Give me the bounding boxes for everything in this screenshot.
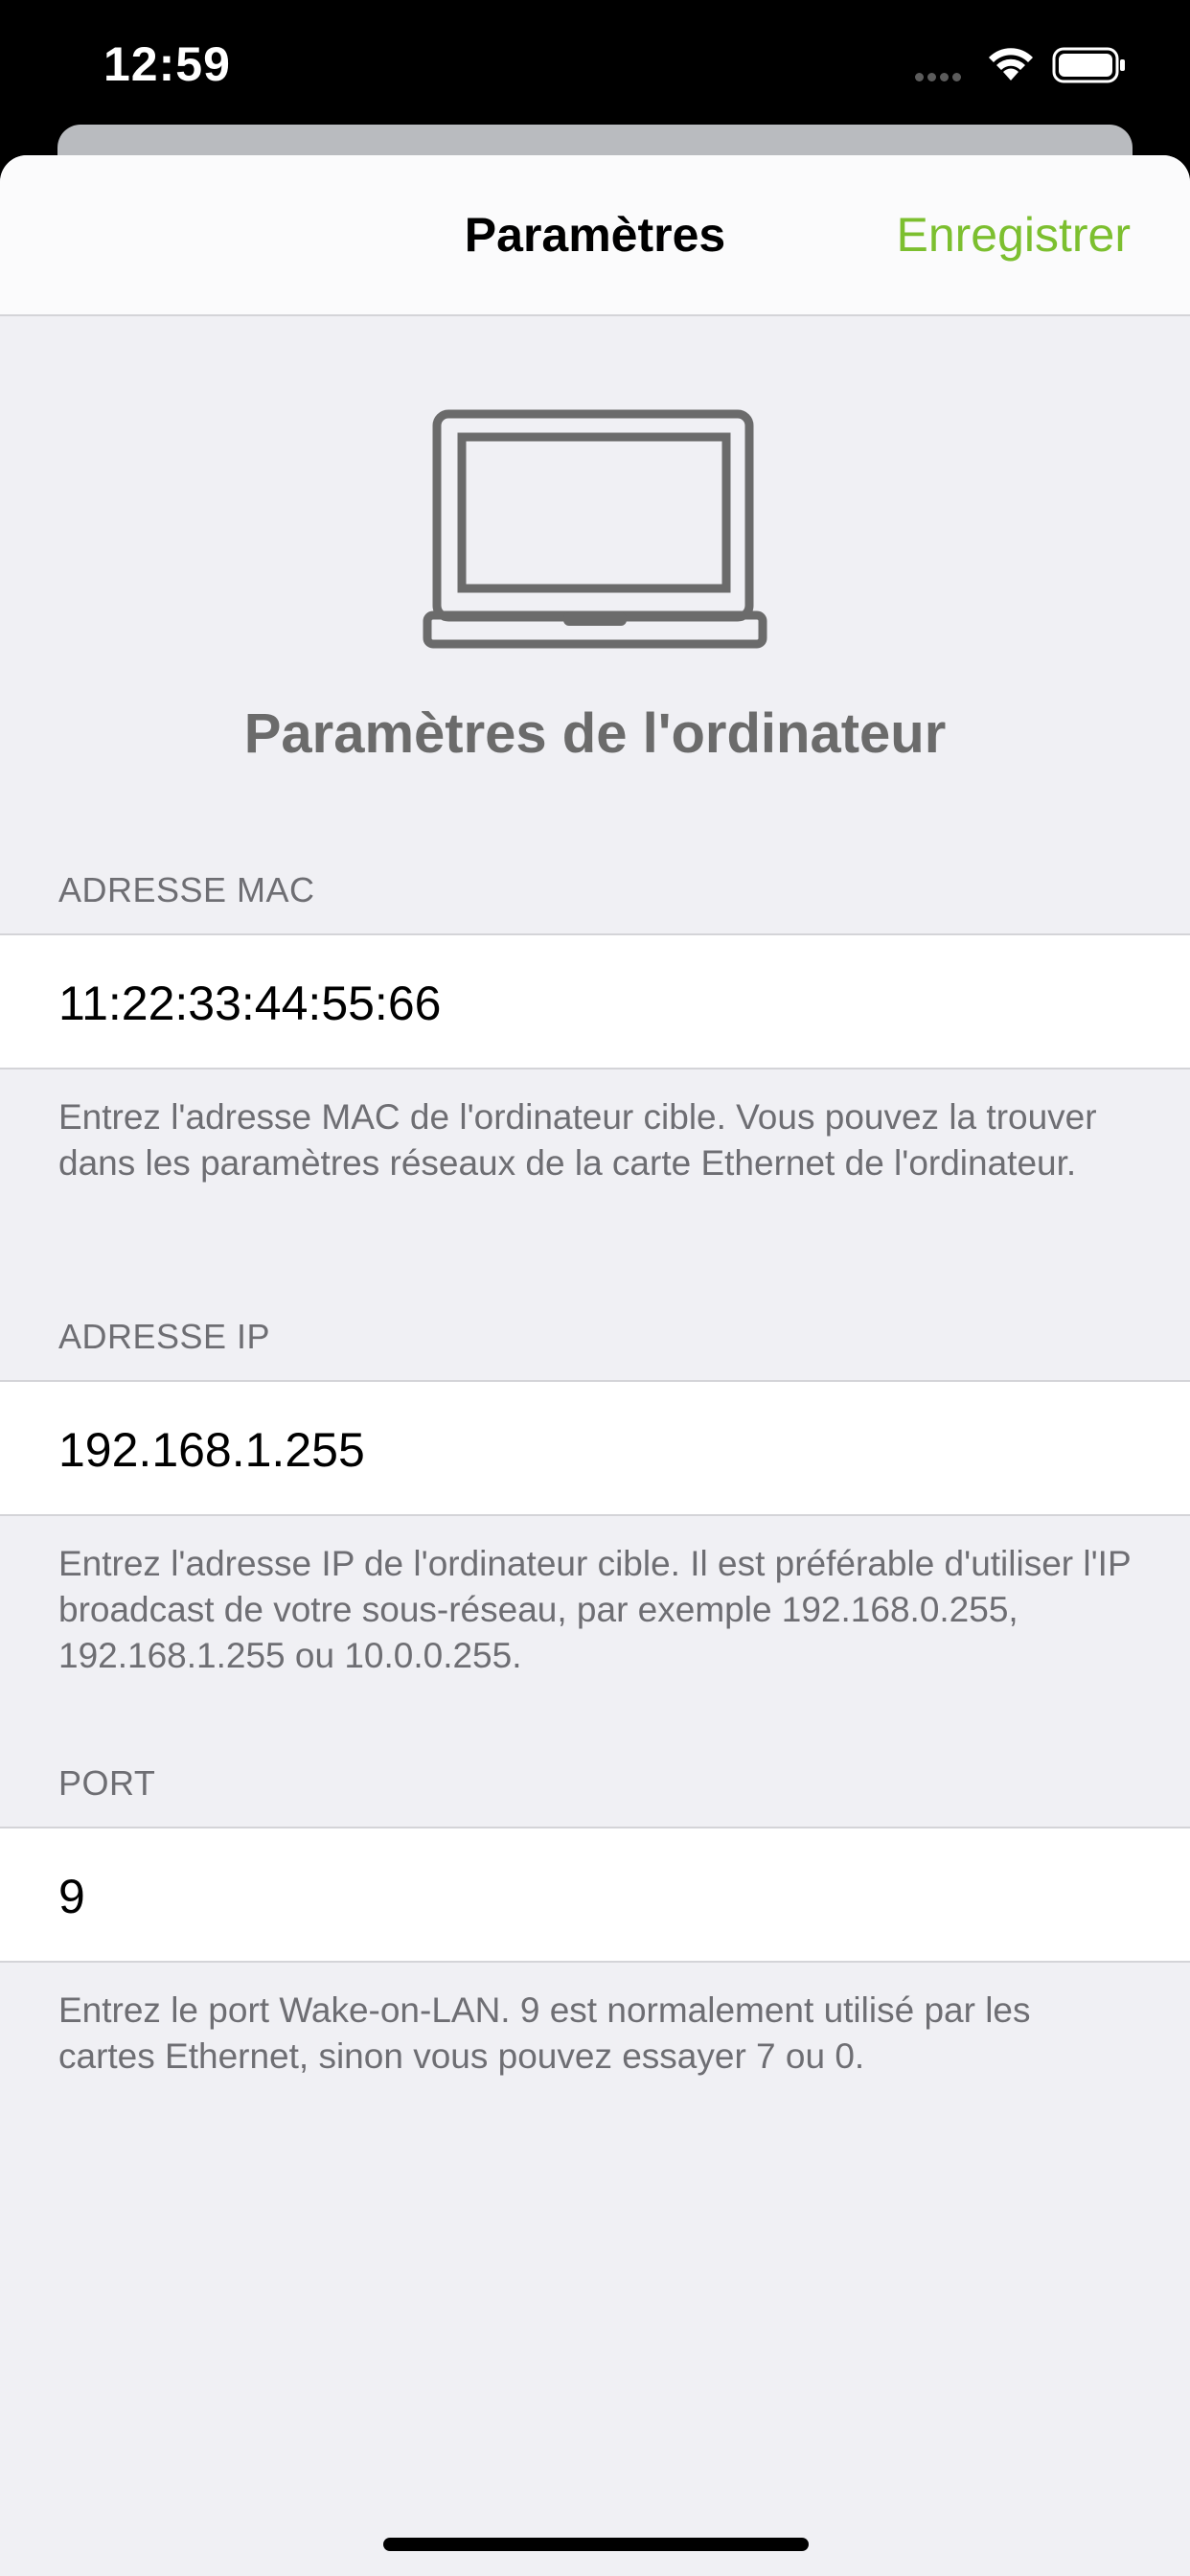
mac-address-cell bbox=[0, 933, 1190, 1070]
ip-address-cell bbox=[0, 1380, 1190, 1516]
port-section-footer: Entrez le port Wake-on-LAN. 9 est normal… bbox=[58, 1990, 1031, 2076]
ip-section-header: ADRESSE IP bbox=[58, 1317, 271, 1356]
status-bar: 12:59 bbox=[0, 0, 1190, 144]
mac-address-field[interactable] bbox=[58, 976, 1112, 1031]
port-field[interactable] bbox=[58, 1869, 1112, 1924]
status-time: 12:59 bbox=[103, 37, 231, 91]
cellular-signal-icon bbox=[915, 69, 965, 86]
home-indicator[interactable] bbox=[383, 2538, 809, 2551]
port-section-header: PORT bbox=[58, 1763, 156, 1803]
port-cell bbox=[0, 1827, 1190, 1963]
navigation-bar: Paramètres Enregistrer bbox=[0, 155, 1190, 316]
battery-icon bbox=[1052, 47, 1125, 83]
laptop-icon bbox=[423, 409, 767, 649]
ip-section-footer: Entrez l'adresse IP de l'ordinateur cibl… bbox=[58, 1544, 1131, 1675]
mac-section-header: ADRESSE MAC bbox=[58, 870, 315, 909]
computer-settings-heading: Paramètres de l'ordinateur bbox=[243, 702, 947, 765]
mac-section-footer: Entrez l'adresse MAC de l'ordinateur cib… bbox=[58, 1097, 1097, 1183]
settings-sheet: Paramètres Enregistrer Paramètres de l'o… bbox=[0, 155, 1190, 2576]
save-button[interactable]: Enregistrer bbox=[896, 207, 1131, 263]
ip-address-field[interactable] bbox=[58, 1422, 1112, 1478]
wifi-icon bbox=[989, 48, 1033, 80]
